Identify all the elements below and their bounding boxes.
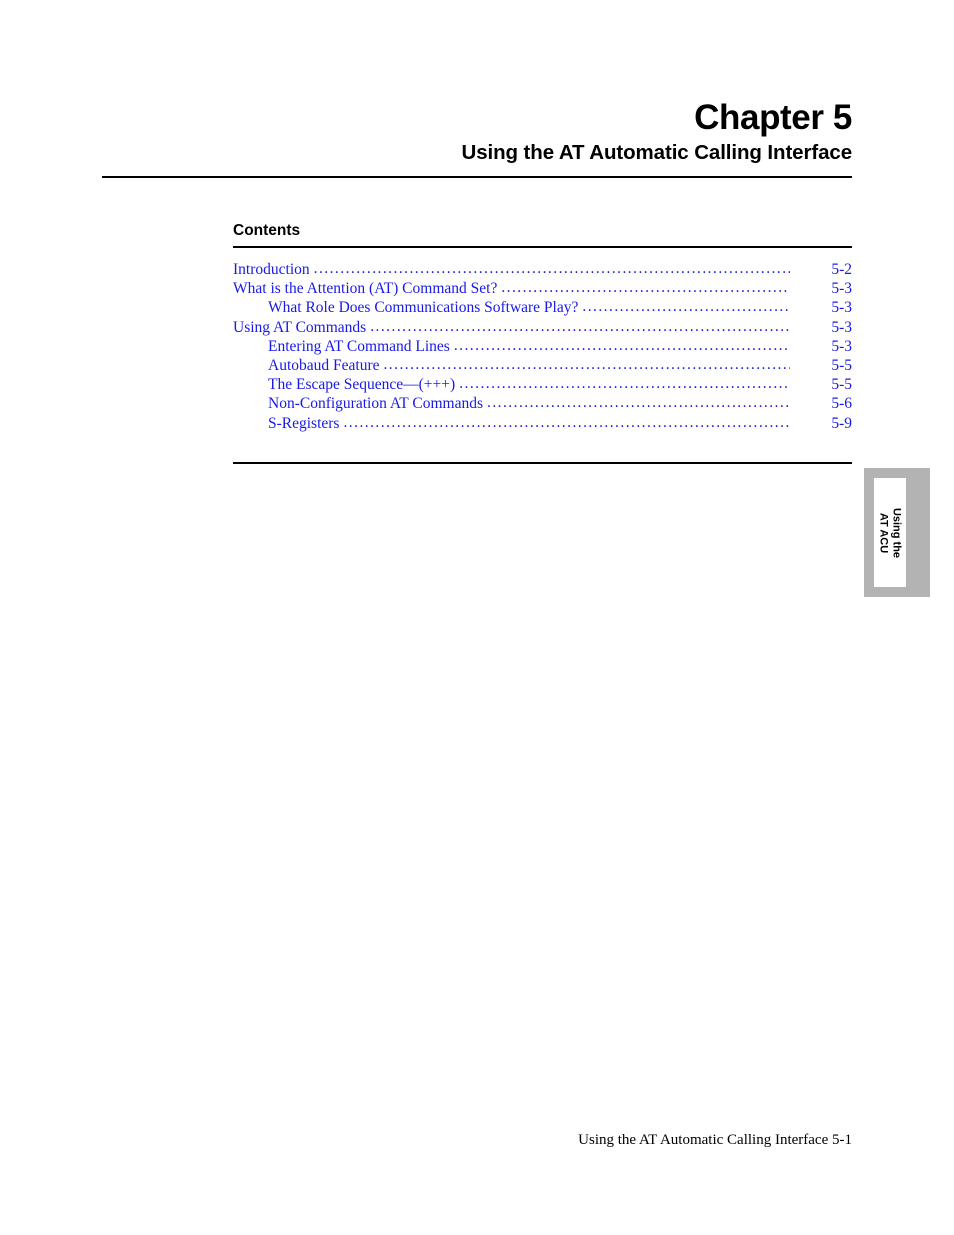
contents-heading: Contents	[233, 222, 301, 239]
chapter-header: Chapter 5 Using the AT Automatic Calling…	[102, 98, 853, 166]
toc-dot-leader	[383, 355, 790, 374]
toc-entry-page: 5-6	[831, 395, 852, 413]
page-footer: Using the AT Automatic Calling Interface…	[578, 1132, 852, 1148]
toc-entry-page: 5-5	[831, 376, 852, 394]
toc-entry-label: Non-Configuration AT Commands	[268, 395, 483, 413]
toc-dot-leader	[343, 413, 790, 432]
header-divider	[102, 176, 852, 178]
toc-entry[interactable]: Using AT Commands 5-3	[233, 318, 852, 337]
toc-entry-label: The Escape Sequence—(+++)	[268, 376, 456, 394]
toc-entry[interactable]: Non-Configuration AT Commands 5-6	[233, 394, 852, 413]
toc-entry-label: Autobaud Feature	[268, 357, 380, 375]
toc-entry[interactable]: What Role Does Communications Software P…	[233, 298, 852, 317]
table-of-contents: Introduction5-2What is the Attention (AT…	[233, 260, 852, 433]
chapter-number: Chapter 5	[694, 98, 852, 137]
toc-entry-label: Using AT Commands	[233, 318, 367, 336]
toc-entry[interactable]: Introduction 5-2	[233, 260, 852, 279]
toc-dot-leader	[454, 336, 790, 355]
toc-entry-page: 5-3	[831, 299, 852, 317]
side-tab-line-2: AT ACU	[878, 512, 890, 553]
document-page: Chapter 5 Using the AT Automatic Calling…	[0, 0, 954, 1235]
toc-dot-leader	[487, 393, 790, 412]
toc-entry[interactable]: Entering AT Command Lines 5-3	[233, 337, 852, 356]
toc-entry-label: Entering AT Command Lines	[268, 337, 450, 355]
toc-dot-leader	[370, 317, 790, 336]
toc-entry-page: 5-3	[831, 337, 852, 355]
toc-entry-page: 5-3	[831, 280, 852, 298]
side-tab-line-1: Using the	[890, 507, 903, 558]
side-tab-label: Using the AT ACU	[878, 507, 903, 557]
toc-dot-leader	[501, 278, 790, 297]
toc-entry-label: S-Registers	[268, 414, 340, 432]
toc-entry[interactable]: Autobaud Feature 5-5	[233, 356, 852, 375]
toc-entry-page: 5-5	[831, 357, 852, 375]
toc-entry[interactable]: The Escape Sequence—(+++) 5-5	[233, 375, 852, 394]
toc-entry-label: What Role Does Communications Software P…	[268, 299, 579, 317]
toc-entry[interactable]: What is the Attention (AT) Command Set? 5…	[233, 279, 852, 298]
toc-entry-page: 5-9	[831, 414, 852, 432]
toc-dot-leader	[582, 297, 790, 316]
contents-divider-top	[233, 246, 852, 248]
toc-entry-page: 5-2	[831, 261, 852, 278]
toc-entry-label: Introduction	[233, 261, 310, 278]
toc-entry[interactable]: S-Registers 5-9	[233, 414, 852, 433]
toc-dot-leader	[314, 259, 790, 278]
contents-divider-bottom	[233, 462, 852, 464]
side-tab-inner: Using the AT ACU	[874, 478, 906, 587]
side-tab: Using the AT ACU	[864, 468, 930, 597]
toc-entry-label: What is the Attention (AT) Command Set?	[233, 280, 498, 298]
chapter-title: Using the AT Automatic Calling Interface	[461, 141, 853, 164]
toc-entry-page: 5-3	[831, 318, 852, 336]
toc-dot-leader	[459, 374, 790, 393]
